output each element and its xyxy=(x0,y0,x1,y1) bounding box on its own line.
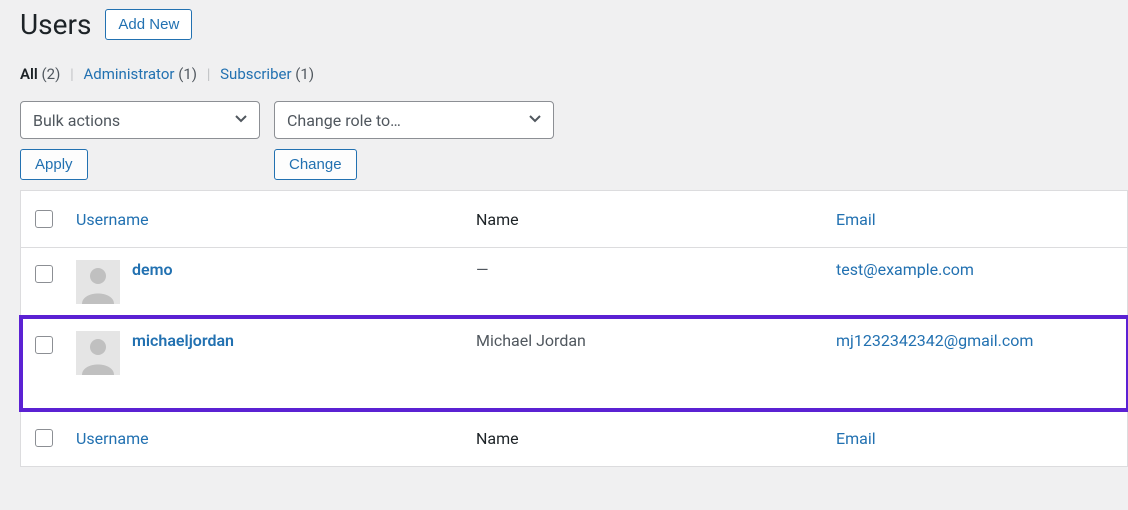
bulk-actions-label: Bulk actions xyxy=(33,111,120,130)
filter-sub-count: (1) xyxy=(295,65,314,83)
column-name-footer: Name xyxy=(466,410,826,467)
filter-administrator[interactable]: Administrator (1) xyxy=(83,65,197,83)
change-role-label: Change role to… xyxy=(287,111,401,130)
filter-all-label: All xyxy=(20,65,38,83)
username-link[interactable]: michaeljordan xyxy=(132,331,234,350)
column-email-footer[interactable]: Email xyxy=(836,429,876,448)
avatar xyxy=(76,331,120,375)
column-email[interactable]: Email xyxy=(836,210,876,229)
bulk-actions-select[interactable]: Bulk actions xyxy=(20,101,260,139)
page-title: Users xyxy=(20,8,91,41)
change-button[interactable]: Change xyxy=(274,149,357,180)
user-name: Michael Jordan xyxy=(476,331,586,350)
separator: | xyxy=(64,65,80,83)
chevron-down-icon xyxy=(233,110,249,130)
column-username-footer[interactable]: Username xyxy=(76,429,149,448)
filter-admin-label: Administrator xyxy=(83,65,174,83)
filter-all[interactable]: All (2) xyxy=(20,65,60,83)
select-all-checkbox[interactable] xyxy=(35,210,53,228)
select-all-checkbox-footer[interactable] xyxy=(35,429,53,447)
filter-all-count: (2) xyxy=(42,65,61,83)
avatar xyxy=(76,260,120,304)
column-username[interactable]: Username xyxy=(76,210,149,229)
add-new-button[interactable]: Add New xyxy=(105,9,192,40)
username-link[interactable]: demo xyxy=(132,260,173,279)
user-name: — xyxy=(476,260,489,279)
chevron-down-icon xyxy=(527,110,543,130)
table-row: michaeljordan Michael Jordan mj1232342342@… xyxy=(21,317,1128,410)
apply-button[interactable]: Apply xyxy=(20,149,88,180)
row-checkbox[interactable] xyxy=(35,336,53,354)
users-table: Username Name Email demo — test@example.co… xyxy=(20,190,1128,467)
email-link[interactable]: test@example.com xyxy=(836,260,974,279)
separator: | xyxy=(201,65,217,83)
change-role-select[interactable]: Change role to… xyxy=(274,101,554,139)
column-name: Name xyxy=(466,191,826,248)
row-checkbox[interactable] xyxy=(35,265,53,283)
filter-admin-count: (1) xyxy=(178,65,197,83)
filter-sub-label: Subscriber xyxy=(220,65,291,83)
role-filters: All (2) | Administrator (1) | Subscriber… xyxy=(20,65,1128,83)
filter-subscriber[interactable]: Subscriber (1) xyxy=(220,65,314,83)
table-row: demo — test@example.com xyxy=(21,248,1128,317)
email-link[interactable]: mj1232342342@gmail.com xyxy=(836,331,1033,350)
